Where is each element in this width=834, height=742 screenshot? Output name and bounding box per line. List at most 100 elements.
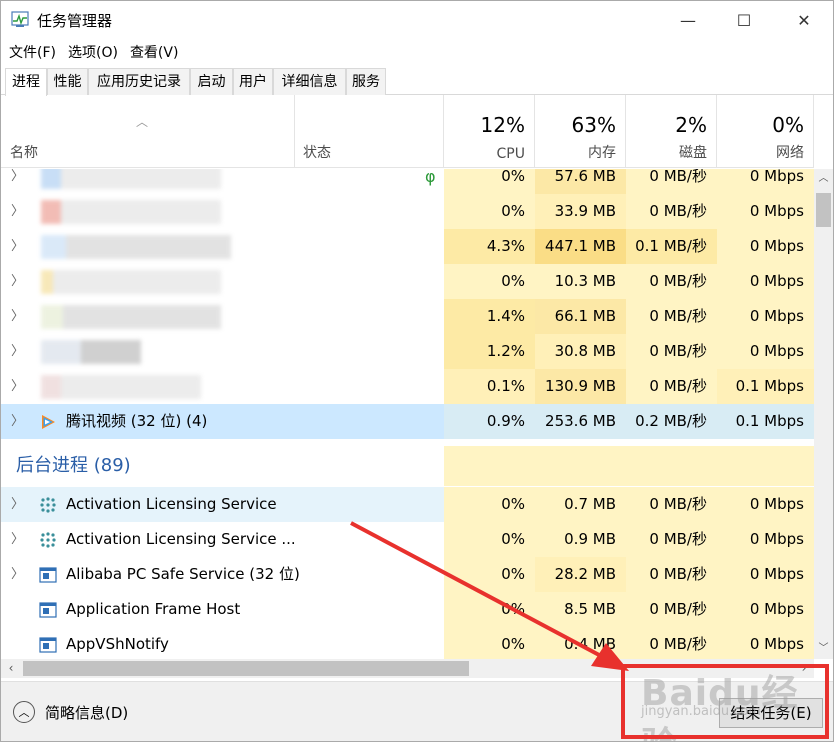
- memory-empty: [535, 446, 626, 486]
- collapse-up-icon: ︿: [13, 701, 35, 723]
- header-status[interactable]: 状态: [294, 95, 444, 168]
- disk-label: 磁盘: [679, 145, 707, 161]
- table-row[interactable]: 〉 φ 0% 57.6 MB 0 MB/秒 0 Mbps: [1, 169, 814, 194]
- table-row[interactable]: 〉 1.4% 66.1 MB 0 MB/秒 0 Mbps: [1, 299, 814, 334]
- network-percent: 0%: [772, 113, 804, 137]
- vertical-scroll-thumb[interactable]: [816, 193, 831, 227]
- table-row[interactable]: 〉 0% 33.9 MB 0 MB/秒 0 Mbps: [1, 194, 814, 229]
- menu-view[interactable]: 查看(V): [130, 42, 179, 62]
- watermark-logo: Baidu经验: [641, 673, 799, 742]
- network-value: 0 Mbps: [717, 522, 814, 557]
- fewer-details-button[interactable]: ︿ 简略信息(D): [13, 701, 128, 723]
- blurred-process-name: [41, 169, 221, 189]
- expand-chevron-icon[interactable]: 〉: [11, 522, 24, 557]
- tab-startup[interactable]: 启动: [190, 68, 233, 95]
- efficiency-leaf-icon: φ: [425, 169, 436, 186]
- memory-value: 447.1 MB: [535, 229, 626, 264]
- tab-performance[interactable]: 性能: [47, 68, 88, 95]
- vertical-scrollbar[interactable]: ︿ ﹀: [814, 169, 833, 659]
- group-header-background[interactable]: 后台进程 (89): [1, 446, 814, 486]
- disk-value: 0 MB/秒: [626, 522, 717, 557]
- memory-value: 10.3 MB: [535, 264, 626, 299]
- blurred-process-name: [41, 200, 221, 224]
- expand-chevron-icon[interactable]: 〉: [11, 229, 24, 264]
- expand-chevron-icon[interactable]: 〉: [11, 404, 24, 439]
- expand-chevron-icon[interactable]: 〉: [11, 299, 24, 334]
- cpu-value: 4.3%: [444, 229, 535, 264]
- menu-bar: 文件(F) 选项(O) 查看(V): [1, 39, 833, 64]
- network-value: 0 Mbps: [717, 169, 814, 194]
- table-row[interactable]: 〉 0% 10.3 MB 0 MB/秒 0 Mbps: [1, 264, 814, 299]
- close-button[interactable]: ✕: [779, 1, 829, 39]
- expand-chevron-icon[interactable]: 〉: [11, 334, 24, 369]
- header-name[interactable]: 名称: [1, 95, 294, 168]
- cpu-value: 1.2%: [444, 334, 535, 369]
- minimize-button[interactable]: —: [663, 1, 713, 39]
- table-row[interactable]: 〉 4.3% 447.1 MB 0.1 MB/秒 0 Mbps: [1, 229, 814, 264]
- cpu-percent: 12%: [480, 113, 525, 137]
- expand-chevron-icon[interactable]: 〉: [11, 487, 24, 522]
- watermark-url: jingyan.baidu.com: [641, 704, 761, 719]
- process-name: Activation Licensing Service ...: [66, 530, 296, 548]
- memory-value: 66.1 MB: [535, 299, 626, 334]
- table-row[interactable]: AppVShNotify 0% 0.4 MB 0 MB/秒 0 Mbps: [1, 627, 814, 659]
- memory-value: 0.4 MB: [535, 627, 626, 659]
- menu-file[interactable]: 文件(F): [9, 42, 56, 62]
- table-row[interactable]: 〉 Alibaba PC Safe Service (32 位) 0% 28.2…: [1, 557, 814, 592]
- memory-value: 8.5 MB: [535, 592, 626, 627]
- scroll-left-arrow-icon[interactable]: ‹: [1, 659, 21, 678]
- process-name: 腾讯视频 (32 位) (4): [66, 412, 208, 430]
- maximize-button[interactable]: ☐: [719, 1, 769, 39]
- cpu-label: CPU: [496, 146, 525, 162]
- expand-chevron-icon[interactable]: 〉: [11, 264, 24, 299]
- table-row[interactable]: Application Frame Host 0% 8.5 MB 0 MB/秒 …: [1, 592, 814, 627]
- tencent-video-icon: [42, 415, 55, 429]
- table-row[interactable]: 〉 Activation Licensing Service ... 0% 0.…: [1, 522, 814, 557]
- table-row-selected[interactable]: 〉 腾讯视频 (32 位) (4) 0.9% 253.6 MB 0.2 MB/秒…: [1, 404, 814, 439]
- disk-value: 0 MB/秒: [626, 334, 717, 369]
- tab-users[interactable]: 用户: [233, 68, 273, 95]
- tab-app-history[interactable]: 应用历史记录: [88, 68, 190, 95]
- menu-options[interactable]: 选项(O): [68, 42, 118, 62]
- title-bar: 任务管理器 — ☐ ✕: [1, 1, 833, 39]
- cpu-value: 0.9%: [444, 404, 535, 439]
- disk-value: 0 MB/秒: [626, 627, 717, 659]
- disk-percent: 2%: [675, 113, 707, 137]
- tab-details[interactable]: 详细信息: [273, 68, 346, 95]
- cpu-value: 0.1%: [444, 369, 535, 404]
- service-dots-icon: [40, 497, 56, 513]
- cpu-value: 0%: [444, 194, 535, 229]
- header-memory[interactable]: 63% 内存: [535, 95, 626, 168]
- cpu-value: 1.4%: [444, 299, 535, 334]
- disk-value: 0 MB/秒: [626, 169, 717, 194]
- header-disk[interactable]: 2% 磁盘: [626, 95, 717, 168]
- blurred-process-name: [41, 340, 141, 364]
- tab-services[interactable]: 服务: [346, 68, 386, 95]
- table-row[interactable]: 〉 1.2% 30.8 MB 0 MB/秒 0 Mbps: [1, 334, 814, 369]
- window-title: 任务管理器: [37, 12, 113, 30]
- expand-chevron-icon[interactable]: 〉: [11, 369, 24, 404]
- scroll-down-arrow-icon[interactable]: ﹀: [814, 639, 833, 659]
- process-list: 〉 φ 0% 57.6 MB 0 MB/秒 0 Mbps 〉 0% 33.9 M…: [1, 169, 814, 659]
- application-window-icon: [39, 637, 57, 653]
- expand-chevron-icon[interactable]: 〉: [11, 557, 24, 592]
- expand-chevron-icon[interactable]: 〉: [11, 194, 24, 229]
- memory-value: 0.7 MB: [535, 487, 626, 522]
- horizontal-scroll-thumb[interactable]: [23, 661, 469, 676]
- network-value: 0 Mbps: [717, 194, 814, 229]
- disk-value: 0 MB/秒: [626, 194, 717, 229]
- header-network[interactable]: 0% 网络: [717, 95, 814, 168]
- table-row[interactable]: 〉 0.1% 130.9 MB 0 MB/秒 0.1 Mbps: [1, 369, 814, 404]
- application-window-icon: [39, 602, 57, 618]
- tab-processes[interactable]: 进程: [5, 68, 47, 96]
- scroll-up-arrow-icon[interactable]: ︿: [814, 169, 833, 189]
- memory-label: 内存: [588, 145, 616, 161]
- cpu-value: 0%: [444, 627, 535, 659]
- disk-value: 0 MB/秒: [626, 487, 717, 522]
- background-processes-heading: 后台进程 (89): [16, 455, 131, 476]
- header-cpu[interactable]: 12% CPU: [444, 95, 535, 168]
- table-row[interactable]: 〉 Activation Licensing Service 0% 0.7 MB…: [1, 487, 814, 522]
- network-value: 0 Mbps: [717, 592, 814, 627]
- network-value: 0.1 Mbps: [717, 404, 814, 439]
- expand-chevron-icon[interactable]: 〉: [11, 169, 24, 194]
